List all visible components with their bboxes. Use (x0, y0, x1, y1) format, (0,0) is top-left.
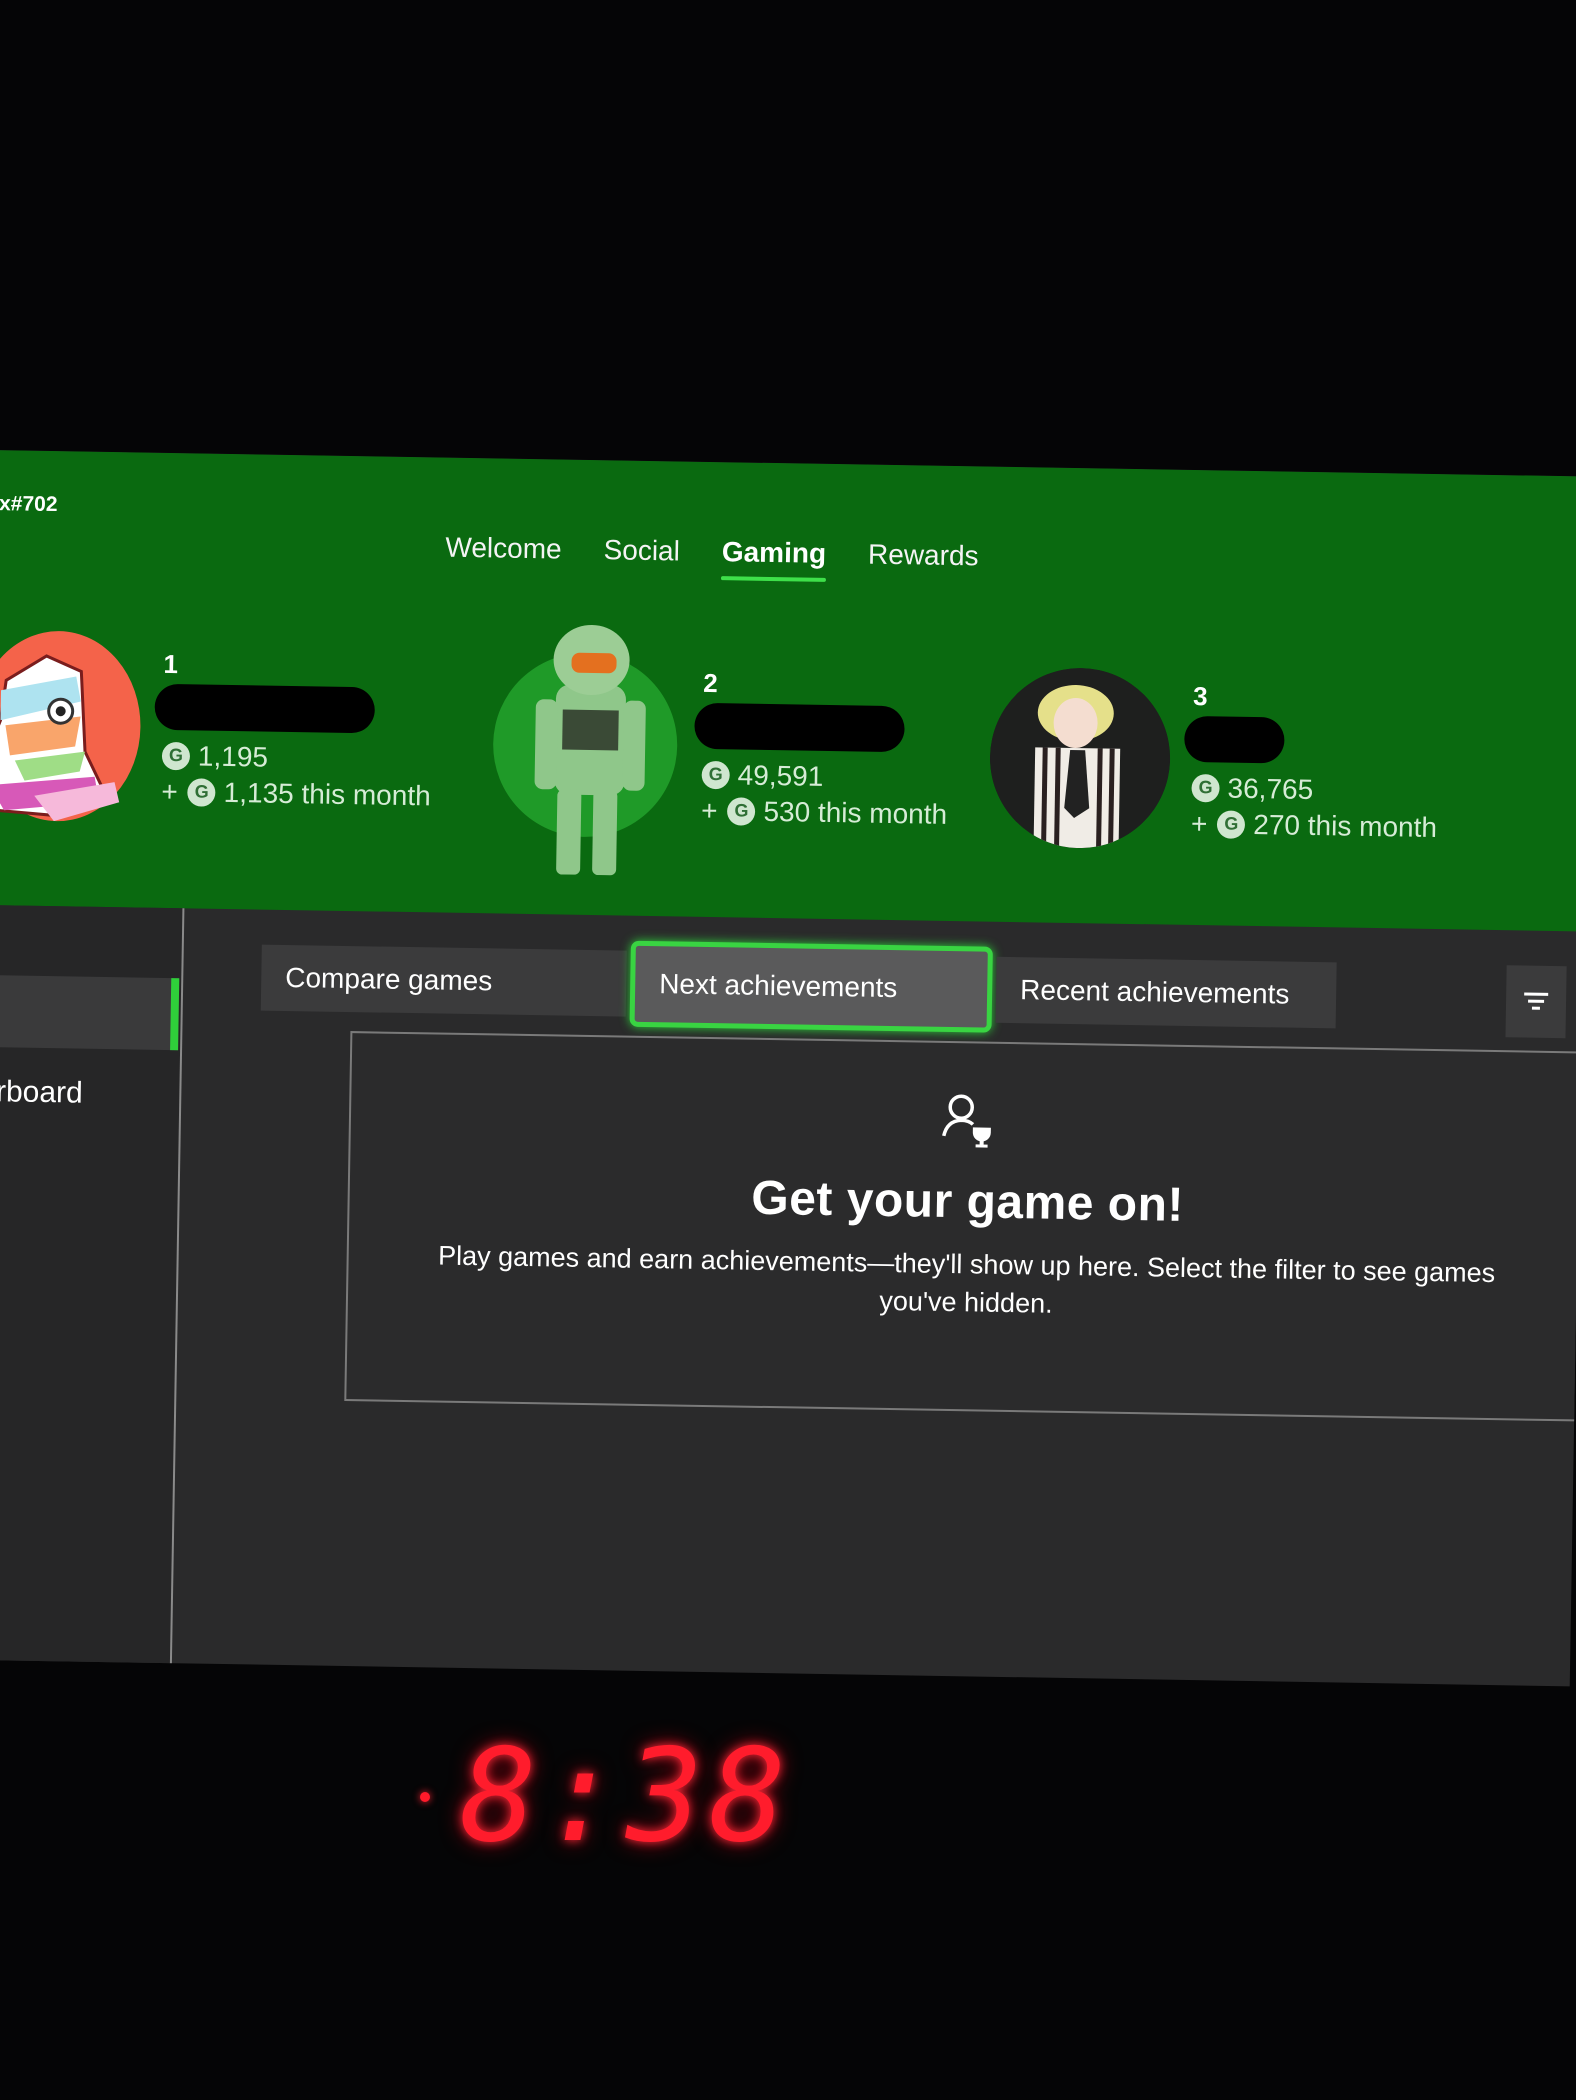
monthly-gamerscore: + G 270 this month (1191, 807, 1438, 843)
beetlejuice-icon (990, 668, 1171, 849)
sidebar-item-leaderboard[interactable]: erboard (0, 1075, 83, 1111)
rank: 3 (1192, 680, 1208, 711)
achievement-tabs: Compare games Next achievements Recent a… (260, 935, 1337, 1039)
leader-info: 1 G 1,195 + G 1,135 this month (154, 648, 433, 811)
patchwork-mummy-icon (0, 654, 120, 822)
redacted-gamertag (154, 683, 376, 733)
top-nav: Welcome Social Gaming Rewards (445, 532, 979, 585)
avatar (488, 613, 682, 876)
leaderboard-entry[interactable]: 3 G 36,765 + G 270 this month (988, 666, 1440, 854)
gamerscore-value: 49,591 (737, 758, 824, 792)
monthly-value: 270 this month (1253, 808, 1438, 843)
gamerscore-icon: G (1191, 773, 1220, 802)
profile-header: x#702 Welcome Social Gaming Rewards 1 G … (0, 450, 1576, 932)
gamerscore-icon: G (727, 796, 756, 826)
redacted-gamertag (1184, 715, 1285, 763)
empty-state-message: Play games and earn achievements—they'll… (437, 1240, 1496, 1319)
nav-welcome[interactable]: Welcome (445, 532, 562, 578)
gamerscore-icon: G (161, 741, 191, 770)
person-trophy-icon (351, 1081, 1576, 1166)
leaderboard-entry[interactable]: 1 G 1,195 + G 1,135 this month (0, 629, 433, 828)
nav-rewards[interactable]: Rewards (868, 539, 979, 585)
leader-info: 2 G 49,591 + G 530 this month (694, 667, 950, 830)
avatar (988, 666, 1172, 850)
tv-screen: x#702 Welcome Social Gaming Rewards 1 G … (0, 450, 1576, 1687)
gamertag: x#702 (0, 492, 58, 517)
filter-icon (1524, 992, 1549, 1010)
photo-scene: x#702 Welcome Social Gaming Rewards 1 G … (0, 0, 1576, 2100)
gamerscore: G 49,591 (701, 758, 948, 794)
rank: 2 (702, 667, 718, 698)
plus-sign: + (1190, 807, 1208, 839)
gamerscore-value: 1,195 (197, 739, 269, 773)
plus-sign: + (161, 775, 178, 807)
monthly-value: 530 this month (763, 795, 948, 830)
master-chief-icon (493, 625, 678, 876)
nav-gaming[interactable]: Gaming (721, 536, 827, 582)
gamerscore-value: 36,765 (1227, 772, 1314, 805)
gamerscore-icon: G (1217, 809, 1246, 839)
monthly-value: 1,135 this month (223, 776, 431, 811)
gamerscore: G 36,765 (1191, 771, 1438, 807)
sidebar: erboard (0, 904, 185, 1669)
empty-state-card: Get your game on! Play games and earn ac… (344, 1031, 1576, 1422)
gamerscore: G 1,195 (161, 739, 432, 775)
sidebar-item-selected[interactable] (0, 974, 180, 1051)
filter-button[interactable] (1505, 965, 1567, 1039)
plus-sign: + (700, 794, 718, 826)
monthly-gamerscore: + G 1,135 this month (161, 775, 431, 811)
alarm-clock-display: 8:38 (420, 1722, 792, 1871)
gamerscore-icon: G (701, 760, 730, 789)
redacted-gamertag (694, 702, 905, 752)
tab-next-achievements[interactable]: Next achievements (629, 940, 993, 1033)
leader-info: 3 G 36,765 + G 270 this month (1184, 680, 1440, 843)
nav-social[interactable]: Social (603, 534, 680, 579)
avatar (0, 629, 142, 823)
rank: 1 (163, 648, 179, 679)
pm-indicator (420, 1791, 430, 1802)
tab-compare-games[interactable]: Compare games (260, 944, 627, 1017)
gamerscore-icon: G (187, 777, 216, 807)
empty-state-title: Get your game on! (750, 1171, 1185, 1232)
tab-recent-achievements[interactable]: Recent achievements (995, 956, 1337, 1029)
leaderboard-entry[interactable]: 2 G 49,591 + G 530 this month (488, 613, 950, 881)
clock-time: 8:38 (460, 1722, 793, 1871)
monthly-gamerscore: + G 530 this month (701, 794, 948, 830)
